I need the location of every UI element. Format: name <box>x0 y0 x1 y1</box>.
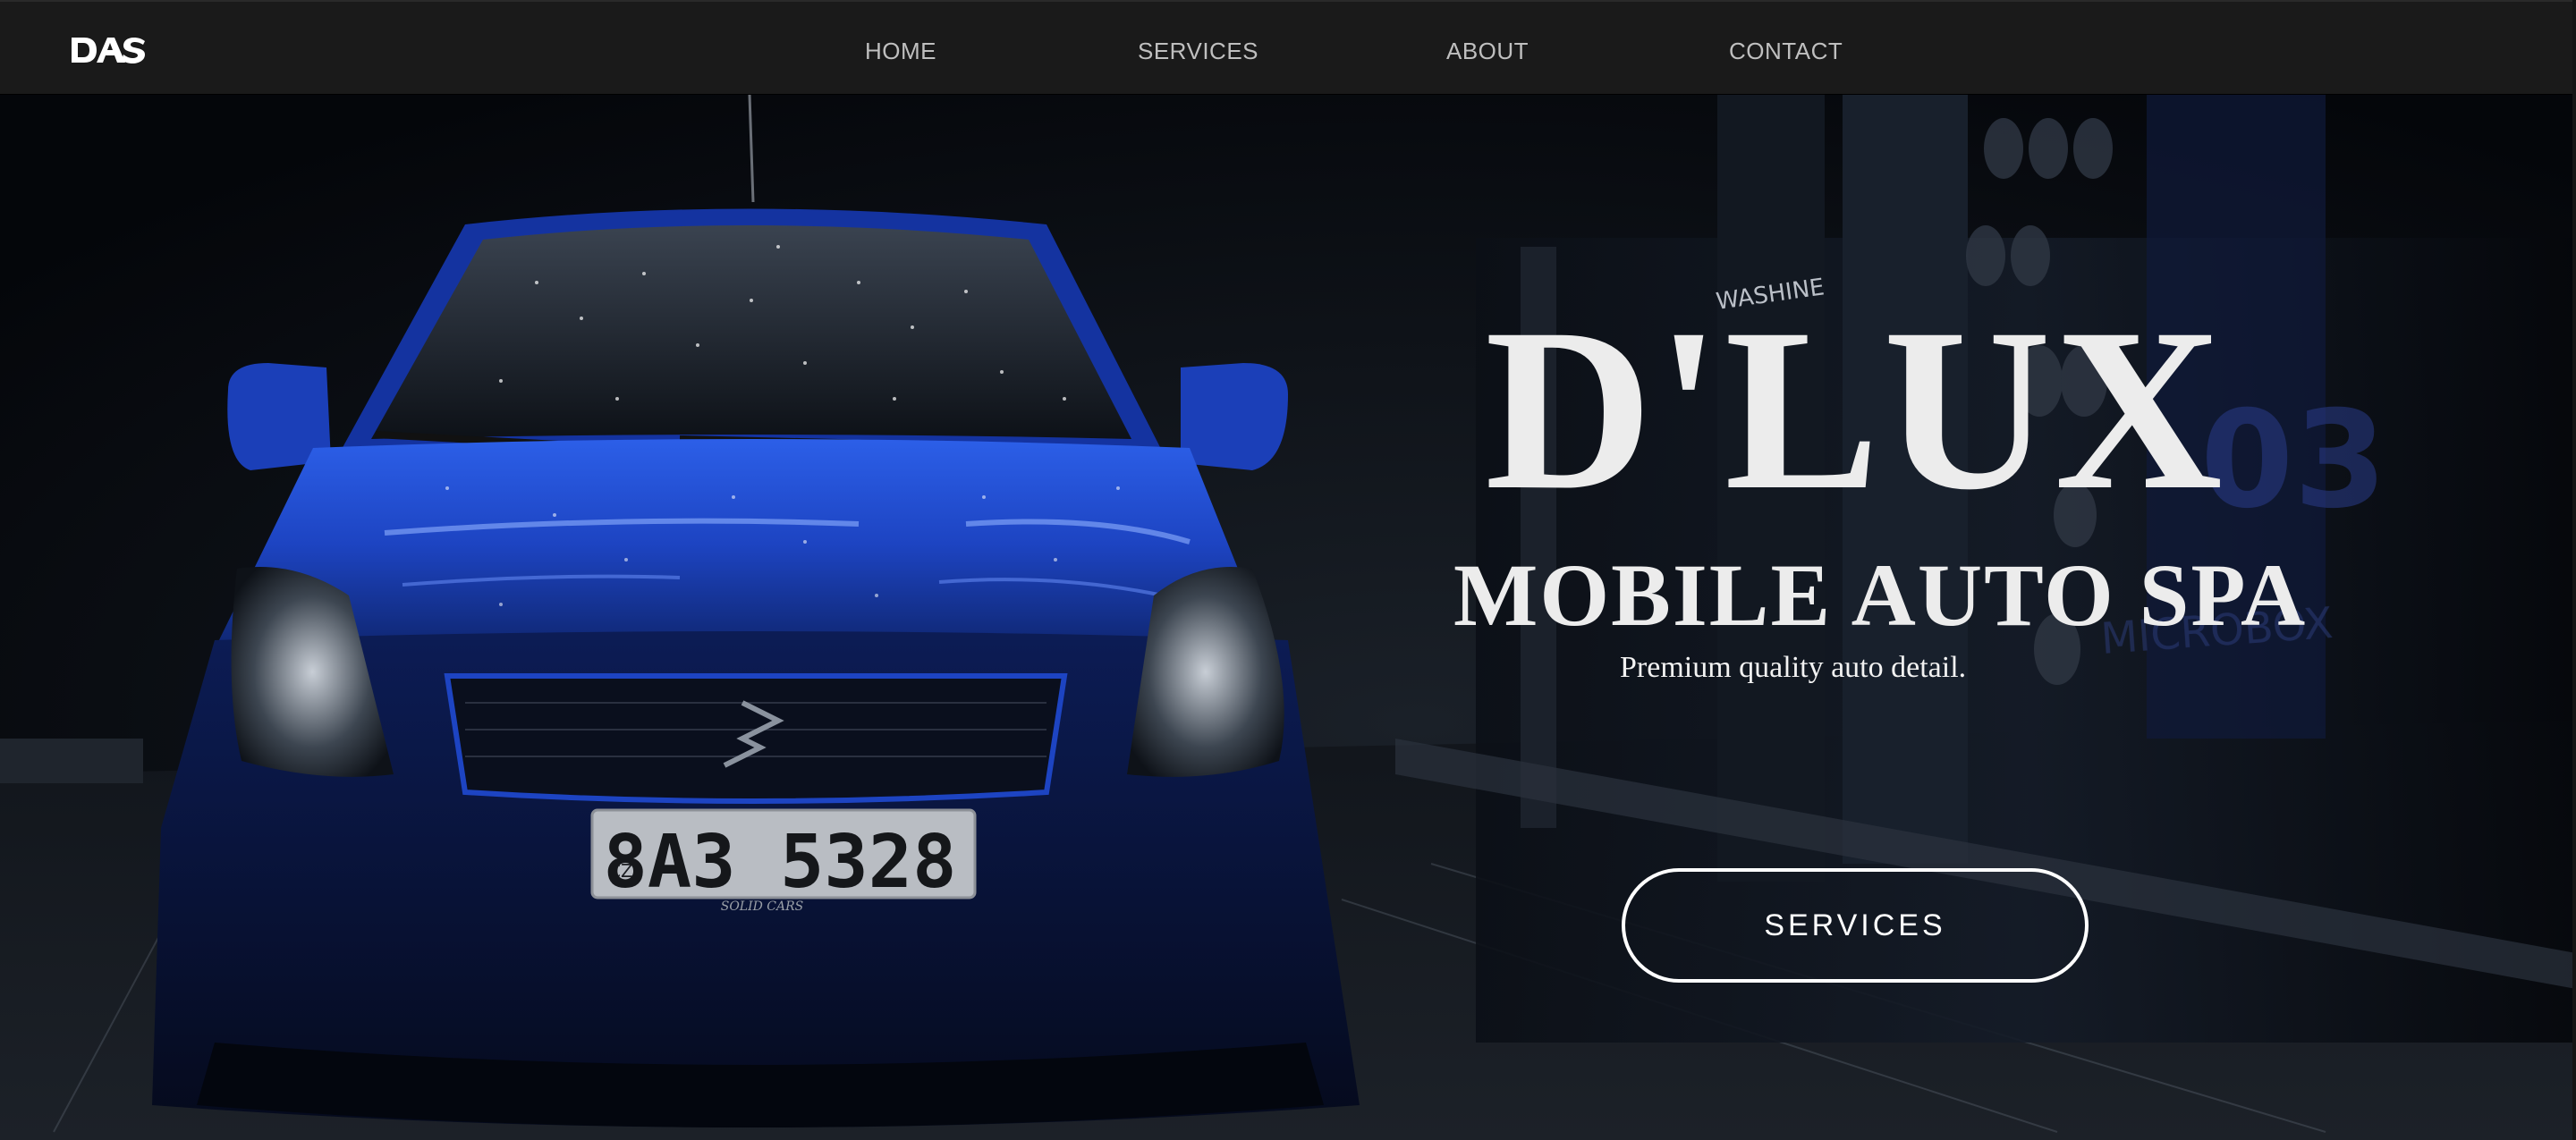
svg-text:8A3 5328: 8A3 5328 <box>604 820 957 905</box>
nav-about-link[interactable]: ABOUT <box>1446 38 1529 65</box>
window-edge <box>2572 0 2576 1140</box>
nav-services-link[interactable]: SERVICES <box>1138 38 1258 65</box>
svg-text:SOLID CARS: SOLID CARS <box>721 899 804 914</box>
hero-title: D'LUX <box>1485 281 2226 538</box>
navbar: HOME SERVICES ABOUT CONTACT <box>0 0 2576 95</box>
hero-tagline: Premium quality auto detail. <box>1620 651 1967 684</box>
nav-contact-link[interactable]: CONTACT <box>1729 38 1843 65</box>
page: HOME SERVICES ABOUT CONTACT WASHINE 03 M… <box>0 0 2576 1140</box>
nav-home-link[interactable]: HOME <box>865 38 936 65</box>
svg-text:03: 03 <box>2200 383 2387 538</box>
hero-subtitle: MOBILE AUTO SPA <box>1453 545 2308 645</box>
hero-section: WASHINE 03 MICROBOX CZ 8A3 5328 SOLID CA… <box>0 95 2576 1140</box>
services-cta-button[interactable]: SERVICES <box>1622 868 2089 983</box>
das-logo-icon[interactable] <box>70 36 147 64</box>
